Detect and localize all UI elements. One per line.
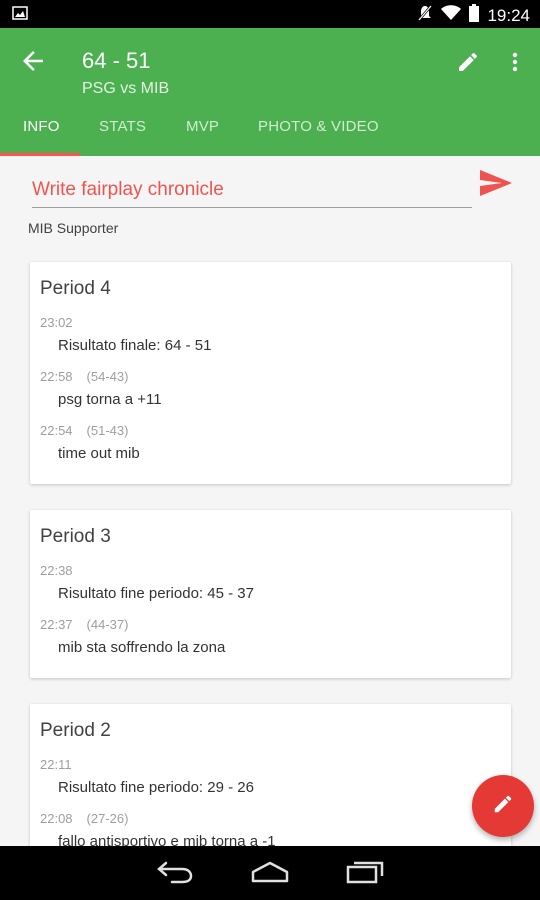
info-content[interactable]: Write fairplay chronicle MIB Supporter P…	[0, 156, 540, 846]
period-title: Period 3	[40, 526, 111, 547]
system-nav-bar	[0, 846, 540, 900]
tab-info[interactable]: INFO	[23, 118, 60, 135]
entry-time: 22:38	[40, 563, 73, 578]
image-icon	[12, 6, 28, 25]
entry-text: Risultato fine periodo: 45 - 37	[58, 585, 254, 602]
status-bar: 19:24	[0, 0, 540, 28]
chronicle-entry: 22:37 (44-37) mib sta soffrendo la zona	[40, 616, 225, 658]
period-card: Period 4 23:02 Risultato finale: 64 - 51…	[30, 262, 511, 484]
match-title: 64 - 51 PSG vs MIB	[82, 48, 169, 100]
more-vert-icon[interactable]	[506, 50, 524, 74]
back-arrow-icon[interactable]	[18, 46, 48, 76]
battery-icon	[469, 4, 480, 27]
period-title: Period 4	[40, 278, 111, 299]
compose-fab-button[interactable]	[472, 775, 534, 837]
entry-score: (51-43)	[86, 423, 129, 438]
wifi-icon	[441, 5, 462, 26]
send-icon[interactable]	[478, 168, 514, 198]
tab-stats[interactable]: STATS	[99, 118, 146, 135]
chronicle-entry: 23:02 Risultato finale: 64 - 51	[40, 314, 211, 356]
period-card: Period 3 22:38 Risultato fine periodo: 4…	[30, 510, 511, 678]
entry-text: Risultato fine periodo: 29 - 26	[58, 779, 254, 796]
chronicle-entry: 22:58 (54-43) psg torna a +11	[40, 368, 162, 410]
status-time: 19:24	[487, 5, 530, 25]
supporter-label: MIB Supporter	[28, 220, 119, 236]
tab-mvp[interactable]: MVP	[186, 118, 219, 135]
chronicle-entry: 22:11 Risultato fine periodo: 29 - 26	[40, 756, 254, 798]
nav-home-icon[interactable]	[250, 860, 290, 889]
entry-text: time out mib	[58, 445, 140, 462]
app-bar: 64 - 51 PSG vs MIB INFO STATS MVP PHOTO …	[0, 28, 540, 156]
entry-score: (27-26)	[86, 811, 129, 826]
edit-pencil-icon[interactable]	[456, 50, 480, 74]
entry-score: (44-37)	[86, 617, 129, 632]
chronicle-entry: 22:38 Risultato fine periodo: 45 - 37	[40, 562, 254, 604]
entry-time: 22:08	[40, 811, 73, 826]
period-card: Period 2 22:11 Risultato fine periodo: 2…	[30, 704, 511, 846]
entry-text: Risultato finale: 64 - 51	[58, 337, 212, 354]
entry-text: mib sta soffrendo la zona	[58, 639, 226, 656]
nav-back-icon[interactable]	[156, 860, 194, 889]
tab-bar: INFO STATS MVP PHOTO & VIDEO	[0, 108, 540, 156]
edit-pencil-icon	[492, 793, 514, 820]
period-title: Period 2	[40, 720, 111, 741]
entry-text: psg torna a +11	[58, 391, 162, 408]
tab-photo-video[interactable]: PHOTO & VIDEO	[258, 118, 379, 135]
entry-time: 22:58	[40, 369, 73, 384]
nav-recents-icon[interactable]	[346, 860, 384, 889]
match-score: 64 - 51	[82, 48, 151, 73]
entry-score: (54-43)	[86, 369, 129, 384]
entry-time: 22:11	[40, 757, 72, 772]
match-teams: PSG vs MIB	[82, 80, 170, 97]
entry-text: fallo antisportivo e mib torna a -1	[58, 833, 276, 846]
chronicle-input[interactable]: Write fairplay chronicle	[32, 176, 472, 208]
entry-time: 22:37	[40, 617, 73, 632]
chronicle-entry: 22:08 (27-26) fallo antisportivo e mib to…	[40, 810, 276, 846]
mute-icon	[417, 4, 433, 27]
entry-time: 22:54	[40, 423, 73, 438]
chronicle-entry: 22:54 (51-43) time out mib	[40, 422, 140, 464]
entry-time: 23:02	[40, 315, 73, 330]
